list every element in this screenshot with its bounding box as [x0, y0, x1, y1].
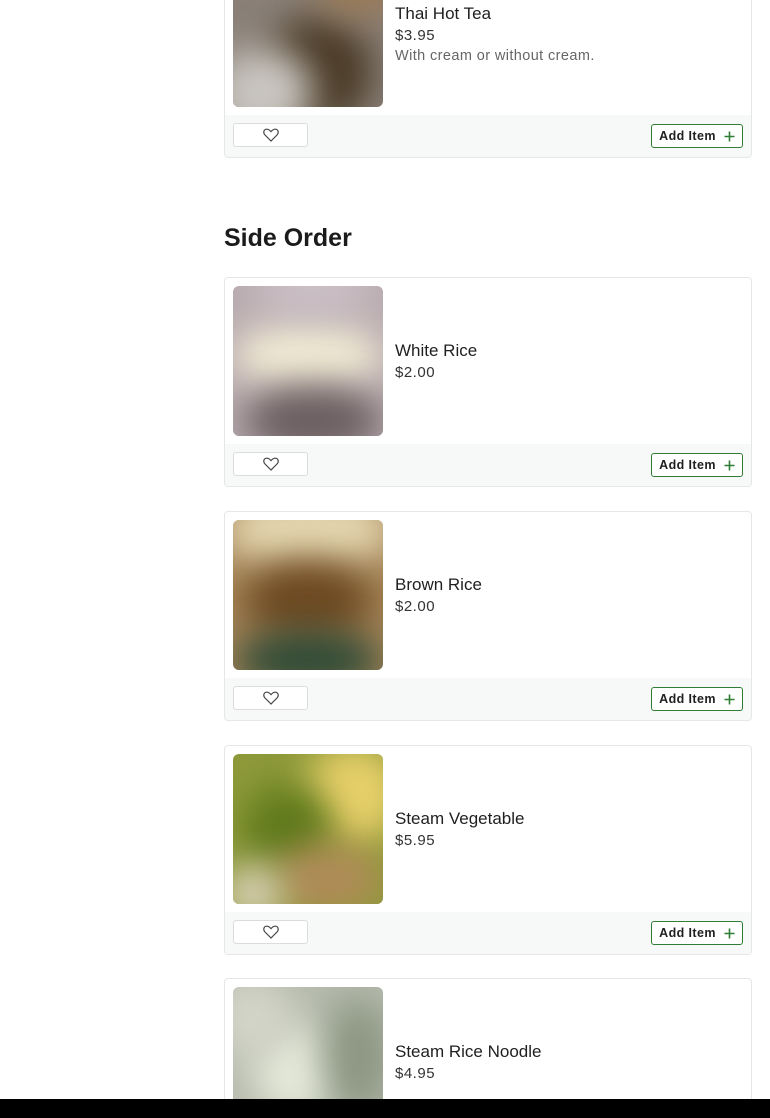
item-name: White Rice: [395, 340, 478, 360]
item-info: White Rice $2.00: [395, 278, 741, 444]
heart-icon: [262, 128, 279, 142]
item-actions: Add Item: [225, 444, 751, 486]
item-photo: [233, 0, 383, 107]
add-item-button[interactable]: Add Item: [651, 453, 743, 477]
item-photo: [233, 286, 383, 436]
plus-icon: [724, 928, 735, 938]
item-info: Steam Vegetable $5.95: [395, 746, 741, 912]
menu-item-body[interactable]: Steam Vegetable $5.95: [225, 746, 751, 912]
menu-item-card: Steam Rice Noodle $4.95: [224, 978, 752, 1118]
item-price: $2.00: [395, 597, 436, 615]
item-price: $4.95: [395, 1064, 436, 1082]
menu-page: Thai Hot Tea $3.95 With cream or without…: [0, 0, 770, 1118]
bottom-bar: [0, 1099, 770, 1118]
add-item-label: Add Item: [659, 129, 716, 143]
add-item-button[interactable]: Add Item: [651, 124, 743, 148]
add-item-button[interactable]: Add Item: [651, 687, 743, 711]
item-name: Brown Rice: [395, 574, 482, 594]
item-name: Thai Hot Tea: [395, 4, 492, 23]
menu-item-card: White Rice $2.00 Add Item: [224, 277, 752, 487]
favorite-button[interactable]: [233, 686, 308, 710]
add-item-button[interactable]: Add Item: [651, 921, 743, 945]
item-actions: Add Item: [225, 912, 751, 954]
item-info: Brown Rice $2.00: [395, 512, 741, 678]
heart-icon: [262, 925, 279, 939]
item-name: Steam Rice Noodle: [395, 1041, 542, 1061]
add-item-label: Add Item: [659, 926, 716, 940]
menu-item-body[interactable]: White Rice $2.00: [225, 278, 751, 444]
item-photo: [233, 754, 383, 904]
item-actions: Add Item: [225, 678, 751, 720]
add-item-label: Add Item: [659, 692, 716, 706]
heart-icon: [262, 457, 279, 471]
menu-item-card: Brown Rice $2.00 Add Item: [224, 511, 752, 721]
favorite-button[interactable]: [233, 123, 308, 147]
item-description: With cream or without cream.: [395, 48, 595, 64]
item-info: Steam Rice Noodle $4.95: [395, 979, 741, 1118]
add-item-label: Add Item: [659, 458, 716, 472]
item-price: $5.95: [395, 831, 436, 849]
item-photo: [233, 520, 383, 670]
menu-item-card: Thai Hot Tea $3.95 With cream or without…: [224, 0, 752, 158]
menu-item-card: Steam Vegetable $5.95 Add Item: [224, 745, 752, 955]
favorite-button[interactable]: [233, 920, 308, 944]
menu-item-body[interactable]: Steam Rice Noodle $4.95: [225, 979, 751, 1118]
menu-item-body[interactable]: Thai Hot Tea $3.95 With cream or without…: [225, 0, 751, 115]
item-name: Steam Vegetable: [395, 808, 525, 828]
menu-item-body[interactable]: Brown Rice $2.00: [225, 512, 751, 678]
plus-icon: [724, 694, 735, 704]
item-info: Thai Hot Tea $3.95 With cream or without…: [395, 0, 741, 115]
section-title: Side Order: [224, 224, 352, 252]
item-price: $3.95: [395, 27, 436, 44]
plus-icon: [724, 460, 735, 470]
favorite-button[interactable]: [233, 452, 308, 476]
heart-icon: [262, 691, 279, 705]
item-price: $2.00: [395, 363, 436, 381]
item-actions: Add Item: [225, 115, 751, 157]
plus-icon: [724, 131, 735, 141]
